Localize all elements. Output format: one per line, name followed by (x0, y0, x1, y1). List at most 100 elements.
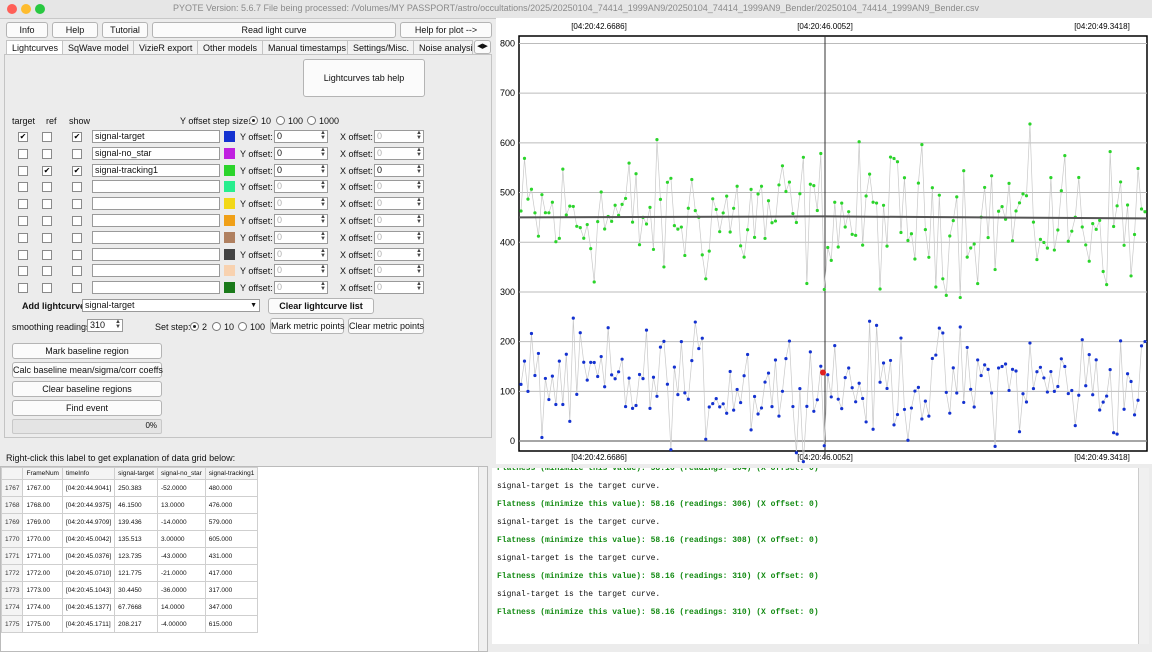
x-offset-input[interactable]: 0 ▲ ▼ (374, 214, 424, 227)
target-checkbox[interactable] (18, 149, 28, 159)
x-offset-input[interactable]: 0 ▲ ▼ (374, 164, 424, 177)
grid-cell[interactable]: 1770.00 (22, 530, 63, 548)
spin-arrows-icon[interactable]: ▲ ▼ (320, 264, 326, 275)
mark-baseline-region-button[interactable]: Mark baseline region (12, 343, 162, 359)
read-light-curve-button[interactable]: Read light curve (152, 22, 396, 38)
spin-arrows-icon[interactable]: ▲ ▼ (416, 214, 422, 225)
target-checkbox[interactable] (18, 216, 28, 226)
show-checkbox[interactable] (72, 149, 82, 159)
curve-name-field[interactable] (92, 264, 220, 277)
clear-metric-points-button[interactable]: Clear metric points (348, 318, 424, 334)
target-checkbox[interactable] (18, 166, 28, 176)
grid-cell[interactable]: 1771.00 (22, 547, 63, 565)
x-offset-input[interactable]: 0 ▲ ▼ (374, 197, 424, 210)
table-row[interactable]: 1771 1771.00 [04:20:45.0376] 123.735 -43.000… (0, 547, 259, 565)
y-offset-input[interactable]: 0 ▲ ▼ (274, 248, 328, 261)
curve-color-swatch[interactable] (224, 215, 235, 226)
grid-cell[interactable]: 30.4450 (114, 581, 158, 599)
grid-cell[interactable]: 1772.00 (22, 564, 63, 582)
curve-name-field[interactable] (92, 281, 220, 294)
grid-cell[interactable]: [04:20:45.0710] (61, 564, 116, 582)
target-checkbox[interactable] (18, 266, 28, 276)
target-checkbox[interactable] (18, 283, 28, 293)
table-row[interactable]: 1770 1770.00 [04:20:45.0042] 135.513 3.00000… (0, 530, 259, 548)
curve-name-field[interactable] (92, 231, 220, 244)
grid-cell[interactable]: 476.000 (204, 496, 259, 514)
grid-cell[interactable]: -21.0000 (156, 564, 206, 582)
grid-cell[interactable]: -36.0000 (156, 581, 206, 599)
y-offset-input[interactable]: 0 ▲ ▼ (274, 164, 328, 177)
curve-name-field[interactable] (92, 180, 220, 193)
table-row[interactable]: 1775 1775.00 [04:20:45.1711] 208.217 -4.0000… (0, 615, 259, 633)
ref-checkbox[interactable] (42, 283, 52, 293)
grid-column-header[interactable]: timeInfo (61, 467, 116, 480)
spin-arrows-icon[interactable]: ▲ ▼ (320, 164, 326, 175)
grid-cell[interactable]: 417.000 (204, 564, 259, 582)
curve-color-swatch[interactable] (224, 265, 235, 276)
help-button[interactable]: Help (52, 22, 98, 38)
spin-arrows-icon[interactable]: ▲ ▼ (320, 214, 326, 225)
row-number[interactable]: 1771 (0, 547, 24, 565)
grid-cell[interactable]: 46.1500 (114, 496, 158, 514)
y-offset-input[interactable]: 0 ▲ ▼ (274, 197, 328, 210)
lightcurve-plot[interactable]: 0 100 200 300 400 500 600 700 800 [04:20:42.6686]… (496, 18, 1152, 464)
lightcurves-tab-help-button[interactable]: Lightcurves tab help (303, 59, 425, 97)
y-offset-input[interactable]: 0 ▲ ▼ (274, 264, 328, 277)
curve-color-swatch[interactable] (224, 282, 235, 293)
x-offset-input[interactable]: 0 ▲ ▼ (374, 264, 424, 277)
grid-cell[interactable]: 250.383 (114, 479, 158, 497)
y-offset-input[interactable]: 0 ▲ ▼ (274, 214, 328, 227)
target-checkbox[interactable] (18, 250, 28, 260)
x-offset-input[interactable]: 0 ▲ ▼ (374, 281, 424, 294)
grid-cell[interactable]: 1775.00 (22, 615, 63, 633)
curve-color-swatch[interactable] (224, 131, 235, 142)
show-checkbox[interactable] (72, 266, 82, 276)
spin-arrows-icon[interactable]: ▲ ▼ (115, 319, 121, 330)
grid-cell[interactable]: [04:20:44.9041] (61, 479, 116, 497)
info-button[interactable]: Info (6, 22, 48, 38)
curve-color-swatch[interactable] (224, 181, 235, 192)
ref-checkbox[interactable] (42, 250, 52, 260)
row-number[interactable]: 1773 (0, 581, 24, 599)
grid-cell[interactable]: [04:20:44.9375] (61, 496, 116, 514)
grid-cell[interactable]: 317.000 (204, 581, 259, 599)
spin-arrows-icon[interactable]: ▲ ▼ (320, 231, 326, 242)
target-checkbox[interactable] (18, 233, 28, 243)
show-checkbox[interactable] (72, 250, 82, 260)
grid-cell[interactable]: 347.000 (204, 598, 259, 616)
x-offset-input[interactable]: 0 ▲ ▼ (374, 248, 424, 261)
table-row[interactable]: 1767 1767.00 [04:20:44.9041] 250.383 -52.000… (0, 479, 259, 497)
grid-cell[interactable]: 3.00000 (156, 530, 206, 548)
grid-column-header[interactable] (0, 467, 24, 480)
curve-color-swatch[interactable] (224, 249, 235, 260)
spin-arrows-icon[interactable]: ▲ ▼ (416, 248, 422, 259)
y-offset-input[interactable]: 0 ▲ ▼ (274, 147, 328, 160)
grid-cell[interactable]: 121.775 (114, 564, 158, 582)
grid-cell[interactable]: 480.000 (204, 479, 259, 497)
grid-cell[interactable]: [04:20:45.0376] (61, 547, 116, 565)
spin-arrows-icon[interactable]: ▲ ▼ (416, 164, 422, 175)
grid-cell[interactable]: -52.0000 (156, 479, 206, 497)
curve-name-field[interactable]: signal-tracking1 (92, 164, 220, 177)
table-row[interactable]: 1768 1768.00 [04:20:44.9375] 46.1500 13.0000… (0, 496, 259, 514)
spin-arrows-icon[interactable]: ▲ ▼ (416, 147, 422, 158)
grid-cell[interactable]: 123.735 (114, 547, 158, 565)
grid-cell[interactable]: 67.7668 (114, 598, 158, 616)
target-checkbox[interactable]: ✔ (18, 132, 28, 142)
grid-scrollbar[interactable] (478, 467, 487, 651)
tutorial-button[interactable]: Tutorial (102, 22, 148, 38)
spin-arrows-icon[interactable]: ▲ ▼ (320, 180, 326, 191)
y-step-10-radio[interactable] (249, 116, 258, 125)
table-row[interactable]: 1773 1773.00 [04:20:45.1043] 30.4450 -36.000… (0, 581, 259, 599)
curve-name-field[interactable]: signal-no_star (92, 147, 220, 160)
curve-name-field[interactable] (92, 248, 220, 261)
target-checkbox[interactable] (18, 182, 28, 192)
grid-cell[interactable]: 1773.00 (22, 581, 63, 599)
curve-color-swatch[interactable] (224, 198, 235, 209)
row-number[interactable]: 1774 (0, 598, 24, 616)
grid-cell[interactable]: -14.0000 (156, 513, 206, 531)
spin-arrows-icon[interactable]: ▲ ▼ (320, 197, 326, 208)
find-event-button[interactable]: Find event (12, 400, 162, 416)
grid-column-header[interactable]: signal-tracking1 (204, 467, 259, 480)
ref-checkbox[interactable] (42, 149, 52, 159)
